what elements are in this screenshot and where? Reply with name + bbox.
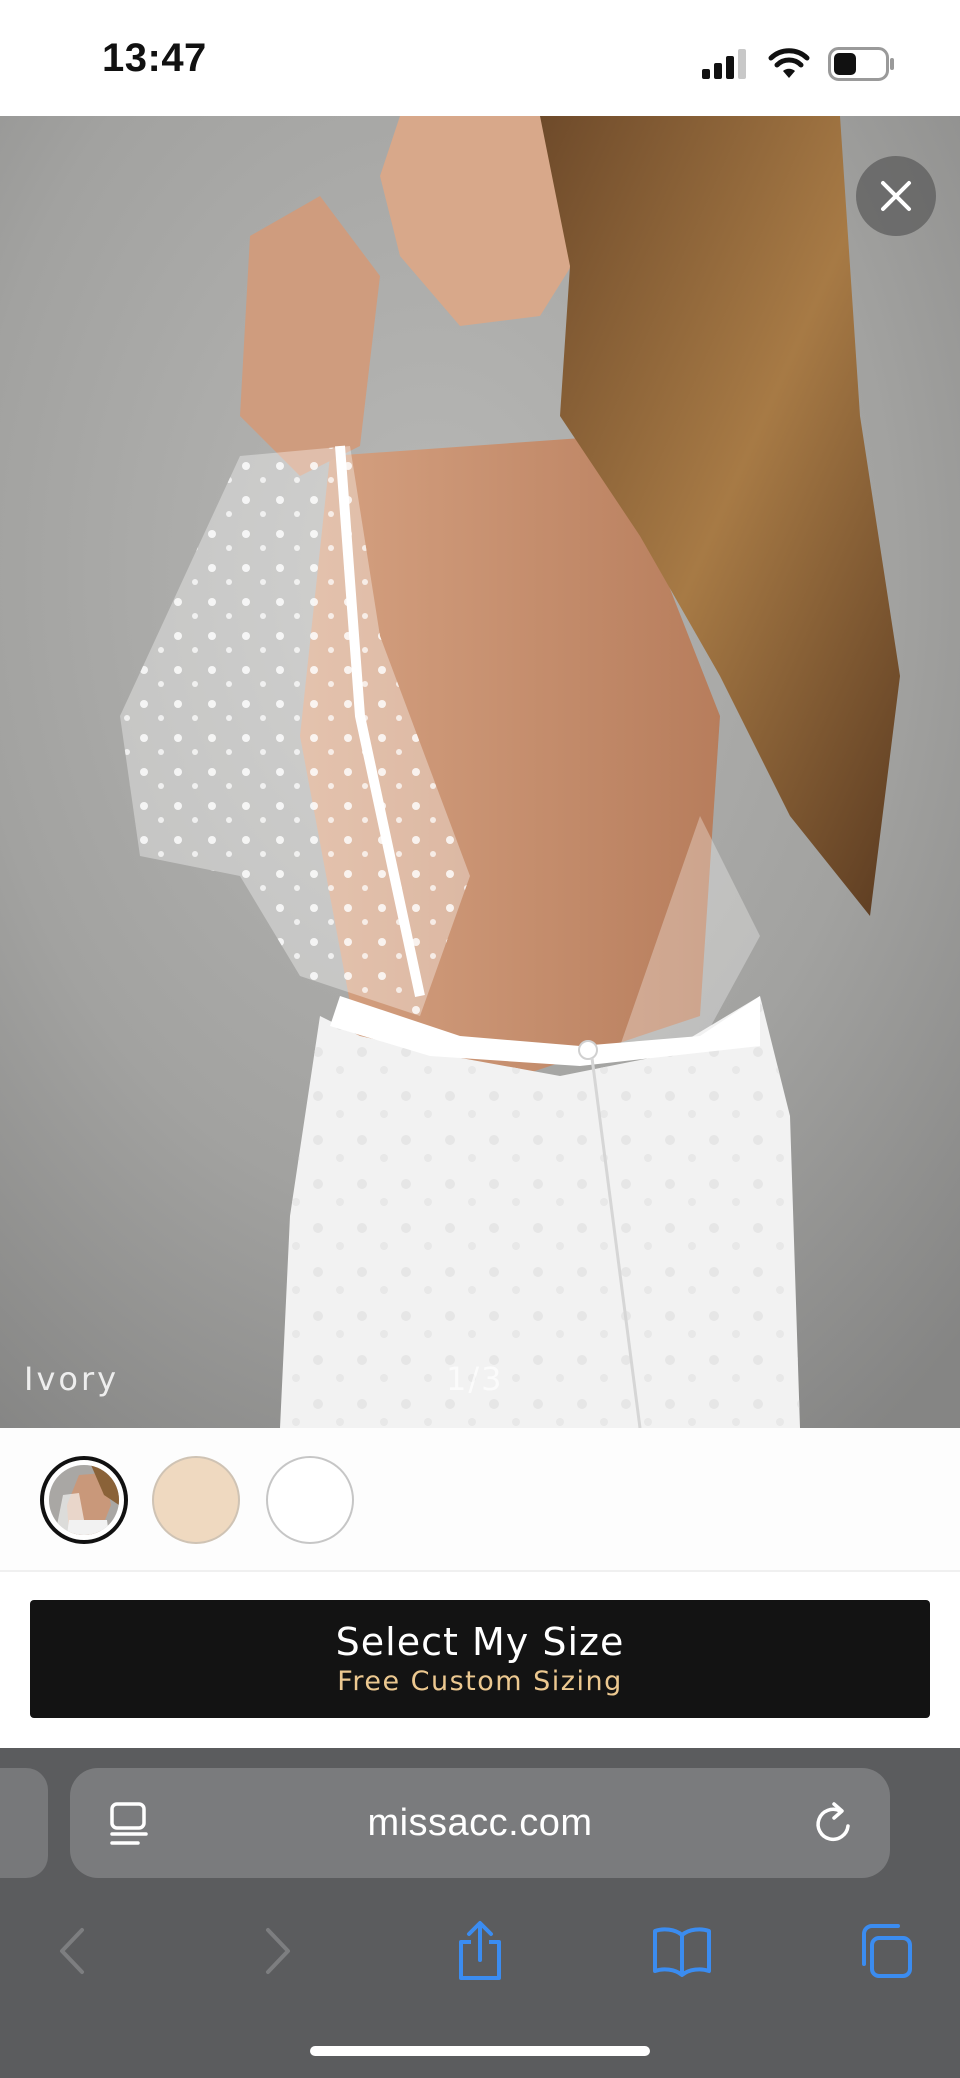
image-counter: 1/3 (446, 1360, 504, 1398)
cta-area: Select My Size Free Custom Sizing (0, 1572, 960, 1748)
forward-icon (266, 1928, 290, 1974)
forward-button[interactable] (244, 1916, 314, 1986)
home-indicator (310, 2046, 650, 2056)
dress-photo (0, 116, 960, 1428)
white-swatch[interactable] (266, 1456, 354, 1544)
status-bar: 13:47 (0, 0, 960, 116)
browser-toolbar (0, 1906, 960, 1996)
reload-icon[interactable] (812, 1800, 856, 1846)
select-size-label: Select My Size (335, 1620, 625, 1664)
back-button[interactable] (36, 1916, 106, 1986)
wifi-icon (768, 48, 810, 78)
close-button[interactable] (856, 156, 936, 236)
tabs-button[interactable] (850, 1916, 920, 1986)
url-text[interactable]: missacc.com (70, 1802, 890, 1845)
tabs-icon (862, 1924, 912, 1978)
share-button[interactable] (445, 1916, 515, 1986)
battery-icon (828, 47, 894, 81)
custom-sizing-label: Free Custom Sizing (337, 1666, 623, 1697)
bookmarks-button[interactable] (647, 1916, 717, 1986)
close-icon (881, 181, 911, 211)
bookmarks-icon (653, 1927, 711, 1977)
image-swatch[interactable] (40, 1456, 128, 1544)
signal-icon (702, 49, 746, 79)
browser-bar: missacc.com (0, 1748, 960, 2078)
status-icons (702, 44, 896, 84)
champagne-swatch[interactable] (152, 1456, 240, 1544)
swatch-thumbnail (49, 1465, 119, 1535)
share-icon (459, 1921, 501, 1980)
swatch-row (0, 1428, 960, 1572)
previous-tab[interactable] (0, 1768, 48, 1878)
select-size-button[interactable]: Select My Size Free Custom Sizing (30, 1600, 930, 1718)
product-photo[interactable]: Ivory 1/3 (0, 116, 960, 1428)
status-time: 13:47 (102, 36, 207, 80)
address-bar[interactable]: missacc.com (70, 1768, 890, 1878)
color-caption: Ivory (24, 1360, 120, 1398)
back-icon (60, 1928, 84, 1974)
